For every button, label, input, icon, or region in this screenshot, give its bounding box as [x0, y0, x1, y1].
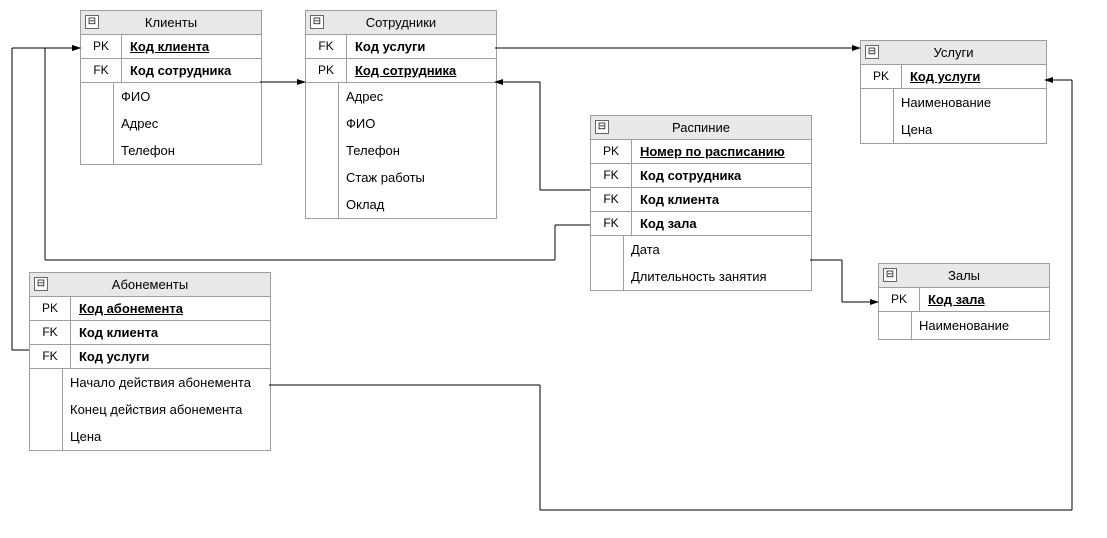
- key-label: FK: [306, 35, 347, 58]
- collapse-icon[interactable]: ⊟: [310, 15, 324, 29]
- row-pk-schedule: PK Номер по расписанию: [591, 140, 811, 164]
- field-label: Код услуги: [71, 345, 270, 368]
- field-label: Оклад: [338, 191, 496, 218]
- field-label: Адрес: [113, 110, 261, 137]
- plain-block: Наименование: [879, 312, 1049, 339]
- field-label: Код сотрудника: [632, 164, 811, 187]
- plain-block: ФИО Адрес Телефон: [81, 83, 261, 164]
- field-label: Код клиента: [632, 188, 811, 211]
- plain-block: Адрес ФИО Телефон Стаж работы Оклад: [306, 83, 496, 218]
- entity-subscriptions[interactable]: ⊟ Абонементы PK Код абонемента FK Код кл…: [29, 272, 271, 451]
- row-fk-subscriptions-client: FK Код клиента: [30, 321, 270, 345]
- field-label: Дата: [623, 236, 811, 263]
- key-label: FK: [81, 59, 122, 82]
- title-text: Абонементы: [112, 277, 188, 292]
- field-label: Телефон: [113, 137, 261, 164]
- row-fk-schedule-hall: FK Код зала: [591, 212, 811, 236]
- key-label: PK: [81, 35, 122, 58]
- entity-clients[interactable]: ⊟ Клиенты PK Код клиента FK Код сотрудни…: [80, 10, 262, 165]
- key-label: PK: [306, 59, 347, 82]
- key-label: FK: [30, 321, 71, 344]
- entity-halls-title: ⊟ Залы: [879, 264, 1049, 288]
- title-text: Клиенты: [145, 15, 197, 30]
- key-label: PK: [591, 140, 632, 163]
- entity-clients-title: ⊟ Клиенты: [81, 11, 261, 35]
- collapse-icon[interactable]: ⊟: [883, 268, 897, 282]
- field-label: Код зала: [920, 288, 1049, 311]
- title-text: Распиние: [672, 120, 730, 135]
- field-label: Телефон: [338, 137, 496, 164]
- row-pk-clients: PK Код клиента: [81, 35, 261, 59]
- key-label: FK: [591, 164, 632, 187]
- title-text: Залы: [948, 268, 980, 283]
- key-label: FK: [591, 212, 632, 235]
- er-diagram-canvas: ⊟ Клиенты PK Код клиента FK Код сотрудни…: [0, 0, 1107, 538]
- collapse-icon[interactable]: ⊟: [865, 45, 879, 59]
- key-label: PK: [861, 65, 902, 88]
- row-pk-employees: PK Код сотрудника: [306, 59, 496, 83]
- field-label: Адрес: [338, 83, 496, 110]
- field-label: Конец действия абонемента: [62, 396, 270, 423]
- field-label: Код абонемента: [71, 297, 270, 320]
- field-label: Цена: [893, 116, 1046, 143]
- row-fk-schedule-employee: FK Код сотрудника: [591, 164, 811, 188]
- collapse-icon[interactable]: ⊟: [595, 120, 609, 134]
- entity-employees[interactable]: ⊟ Сотрудники FK Код услуги PK Код сотруд…: [305, 10, 497, 219]
- entity-schedule-title: ⊟ Распиние: [591, 116, 811, 140]
- field-label: Наименование: [893, 89, 1046, 116]
- field-label: Наименование: [911, 312, 1049, 339]
- key-label: PK: [879, 288, 920, 311]
- row-fk-schedule-client: FK Код клиента: [591, 188, 811, 212]
- title-text: Услуги: [934, 45, 974, 60]
- row-fk-employees-service: FK Код услуги: [306, 35, 496, 59]
- plain-block: Наименование Цена: [861, 89, 1046, 143]
- field-label: Код услуги: [902, 65, 1046, 88]
- entity-employees-title: ⊟ Сотрудники: [306, 11, 496, 35]
- title-text: Сотрудники: [366, 15, 436, 30]
- field-label: ФИО: [113, 83, 261, 110]
- entity-subscriptions-title: ⊟ Абонементы: [30, 273, 270, 297]
- field-label: Номер по расписанию: [632, 140, 811, 163]
- entity-services[interactable]: ⊟ Услуги PK Код услуги Наименование Цена: [860, 40, 1047, 144]
- collapse-icon[interactable]: ⊟: [34, 277, 48, 291]
- row-fk-clients-employee: FK Код сотрудника: [81, 59, 261, 83]
- field-label: Код зала: [632, 212, 811, 235]
- field-label: Цена: [62, 423, 270, 450]
- field-label: Код клиента: [71, 321, 270, 344]
- field-label: Код сотрудника: [122, 59, 261, 82]
- key-label: FK: [30, 345, 71, 368]
- row-pk-subscriptions: PK Код абонемента: [30, 297, 270, 321]
- key-label: FK: [591, 188, 632, 211]
- row-pk-services: PK Код услуги: [861, 65, 1046, 89]
- field-label: Начало действия абонемента: [62, 369, 270, 396]
- plain-block: Начало действия абонемента Конец действи…: [30, 369, 270, 450]
- field-label: Код услуги: [347, 35, 496, 58]
- row-pk-halls: PK Код зала: [879, 288, 1049, 312]
- collapse-icon[interactable]: ⊟: [85, 15, 99, 29]
- plain-block: Дата Длительность занятия: [591, 236, 811, 290]
- entity-services-title: ⊟ Услуги: [861, 41, 1046, 65]
- field-label: Код клиента: [122, 35, 261, 58]
- key-label: PK: [30, 297, 71, 320]
- row-fk-subscriptions-service: FK Код услуги: [30, 345, 270, 369]
- field-label: Длительность занятия: [623, 263, 811, 290]
- entity-halls[interactable]: ⊟ Залы PK Код зала Наименование: [878, 263, 1050, 340]
- entity-schedule[interactable]: ⊟ Распиние PK Номер по расписанию FK Код…: [590, 115, 812, 291]
- field-label: ФИО: [338, 110, 496, 137]
- field-label: Стаж работы: [338, 164, 496, 191]
- field-label: Код сотрудника: [347, 59, 496, 82]
